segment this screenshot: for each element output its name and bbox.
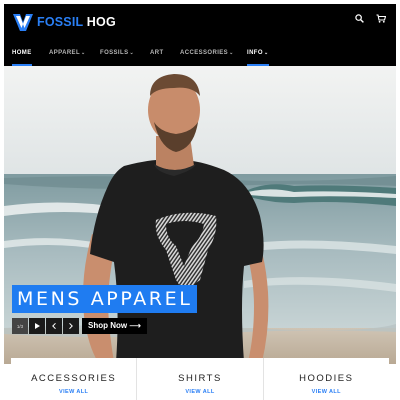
brand-name: FOSSIL HOG (37, 15, 116, 29)
brand-name-part2: HOG (83, 15, 116, 29)
nav-item-label: ACCESSORIES (180, 50, 229, 56)
nav-item-accessories[interactable]: ACCESSORIES⌄ (180, 48, 234, 66)
category-title: HOODIES (299, 373, 354, 384)
chevron-down-icon: ⌄ (81, 50, 86, 56)
chevron-down-icon: ⌄ (129, 50, 135, 56)
nav-item-label: ART (150, 50, 164, 56)
nav-item-apparel[interactable]: APPAREL⌄ (49, 48, 86, 66)
category-card-hoodies[interactable]: HOODIES VIEW ALL (264, 358, 389, 400)
category-card-accessories[interactable]: ACCESSORIES VIEW ALL (11, 358, 138, 400)
category-title: ACCESSORIES (31, 373, 117, 384)
nav-item-label: FOSSILS (100, 50, 129, 56)
nav-item-info[interactable]: INFO⌄ (247, 48, 269, 66)
cart-icon[interactable] (376, 14, 386, 23)
hero-headline: MENS APPAREL (12, 285, 198, 313)
search-icon[interactable] (355, 14, 364, 23)
slide-counter: 1/3 (12, 318, 28, 334)
site-header: FOSSIL HOG HOME APPAREL⌄ FOSSILS⌄ ART AC… (4, 4, 396, 66)
nav-item-label: HOME (12, 50, 32, 56)
category-card-shirts[interactable]: SHIRTS VIEW ALL (137, 358, 264, 400)
main-nav: HOME APPAREL⌄ FOSSILS⌄ ART ACCESSORIES⌄ … (4, 48, 396, 66)
brand-name-part1: FOSSIL (37, 15, 84, 29)
category-cards: ACCESSORIES VIEW ALL SHIRTS VIEW ALL HOO… (11, 358, 389, 400)
shop-now-button[interactable]: Shop Now ⟶ (82, 318, 147, 334)
chevron-left-icon[interactable] (46, 318, 62, 334)
nav-item-label: INFO (247, 50, 263, 56)
nav-item-label: APPAREL (49, 50, 81, 56)
header-actions (355, 14, 386, 23)
nav-item-art[interactable]: ART (150, 48, 164, 66)
nav-item-fossils[interactable]: FOSSILS⌄ (100, 48, 134, 66)
nav-item-home[interactable]: HOME (12, 48, 32, 66)
hero-banner[interactable]: MENS APPAREL 1/3 Shop Now ⟶ (4, 66, 396, 364)
page: FOSSIL HOG HOME APPAREL⌄ FOSSILS⌄ ART AC… (4, 4, 396, 400)
brand-logo[interactable]: FOSSIL HOG (12, 11, 116, 33)
chevron-down-icon: ⌄ (229, 50, 234, 56)
view-all-link[interactable]: VIEW ALL (137, 389, 262, 395)
play-icon[interactable] (29, 318, 45, 334)
category-title: SHIRTS (178, 373, 222, 384)
view-all-link[interactable]: VIEW ALL (11, 389, 136, 395)
fossil-tooth-logo-icon (13, 14, 33, 31)
view-all-link[interactable]: VIEW ALL (264, 389, 389, 395)
chevron-right-icon[interactable] (63, 318, 79, 334)
slider-controls: 1/3 Shop Now ⟶ (12, 318, 147, 334)
chevron-down-icon: ⌄ (263, 50, 269, 56)
